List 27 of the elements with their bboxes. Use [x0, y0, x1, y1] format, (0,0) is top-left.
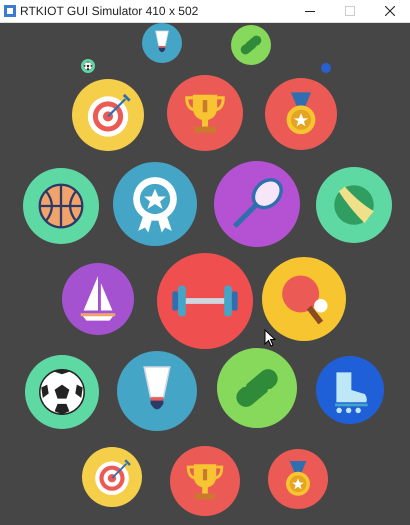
soccer-ball-icon[interactable] — [25, 355, 99, 429]
medal-icon[interactable] — [268, 449, 328, 509]
medal-icon[interactable] — [265, 78, 337, 150]
soccer-ball-icon[interactable] — [81, 59, 95, 73]
window-title: RTKIOT GUI Simulator 410 x 502 — [20, 3, 198, 20]
minimize-icon — [305, 10, 315, 12]
skateboard-icon[interactable] — [231, 25, 271, 65]
trophy-icon[interactable] — [167, 75, 243, 151]
mouse-cursor-icon — [264, 329, 276, 347]
tennis-racket-icon[interactable] — [214, 161, 300, 247]
target-icon[interactable] — [72, 79, 144, 151]
maximize-icon — [345, 6, 355, 16]
target-icon[interactable] — [82, 447, 142, 507]
basketball-icon[interactable] — [23, 168, 99, 244]
shuttlecock-icon[interactable] — [142, 23, 182, 63]
award-badge-icon[interactable] — [113, 162, 197, 246]
dumbbell-icon[interactable] — [157, 253, 253, 349]
close-icon — [385, 6, 395, 16]
ping-pong-paddle-icon[interactable] — [262, 257, 346, 341]
app-icon — [3, 4, 17, 18]
dot-icon[interactable] — [321, 63, 331, 73]
sailboat-icon[interactable] — [62, 263, 134, 335]
skateboard-icon[interactable] — [217, 348, 297, 428]
roller-skate-icon[interactable] — [316, 356, 384, 424]
tennis-ball-icon[interactable] — [316, 167, 392, 243]
shuttlecock-icon[interactable] — [117, 351, 197, 431]
trophy-icon[interactable] — [170, 446, 240, 516]
